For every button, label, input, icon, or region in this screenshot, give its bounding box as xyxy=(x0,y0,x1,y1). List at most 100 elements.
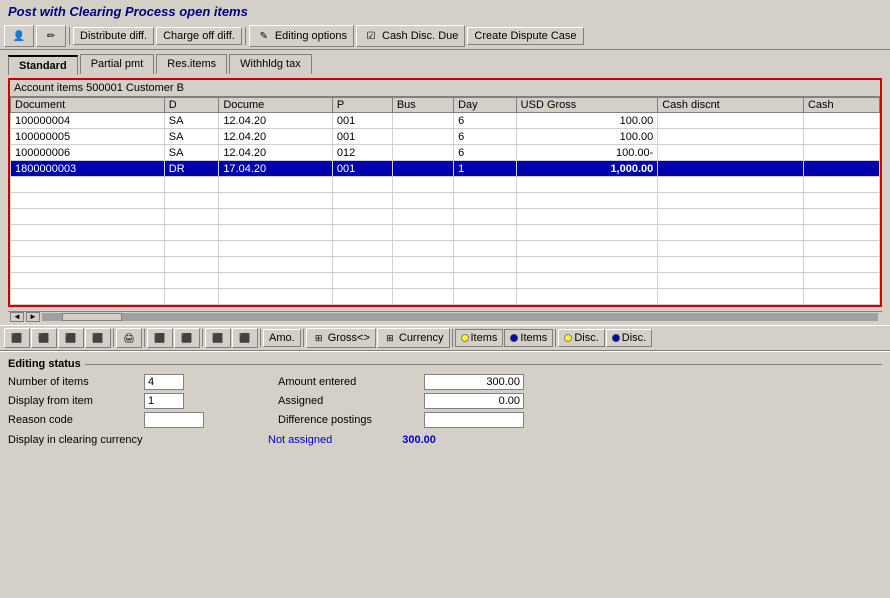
items1-button[interactable]: Items xyxy=(455,329,504,347)
amo-button[interactable]: Amo. xyxy=(263,329,301,347)
amount-entered-label: Amount entered xyxy=(278,376,418,388)
icon-btn-7[interactable]: ⬛ xyxy=(174,328,200,348)
display-in-clearing-label: Display in clearing currency xyxy=(8,434,178,446)
separator2 xyxy=(245,27,246,45)
clearing-amount: 300.00 xyxy=(402,434,436,446)
assigned-label: Assigned xyxy=(278,395,418,407)
disc2-button[interactable]: Disc. xyxy=(606,329,652,347)
col-header-p: P xyxy=(332,98,392,113)
table-row-empty xyxy=(11,273,880,289)
editing-status-title: Editing status xyxy=(8,358,882,370)
scroll-right-button[interactable]: ► xyxy=(26,312,40,322)
icon-btn-1[interactable]: ⬛ xyxy=(4,328,30,348)
page-title: Post with Clearing Process open items xyxy=(8,4,248,19)
print-icon: 🖨 xyxy=(122,331,136,345)
charge-off-diff-label: Charge off diff. xyxy=(163,30,235,42)
tabs-row: Standard Partial pmt Res.items Withhldg … xyxy=(0,50,890,74)
cash-disc-due-label: Cash Disc. Due xyxy=(382,30,458,42)
table-row-empty xyxy=(11,225,880,241)
scroll-thumb[interactable] xyxy=(62,313,122,321)
distribute-diff-button[interactable]: Distribute diff. xyxy=(73,27,154,45)
tab-partial-pmt[interactable]: Partial pmt xyxy=(80,54,155,74)
disc2-label: Disc. xyxy=(622,332,646,344)
assigned-input[interactable] xyxy=(424,393,524,409)
sep4 xyxy=(144,329,145,347)
col-header-usd-gross: USD Gross xyxy=(516,98,658,113)
cash-disc-due-button[interactable]: ☑ Cash Disc. Due xyxy=(356,25,465,47)
tab-standard[interactable]: Standard xyxy=(8,55,78,75)
btn-icon-6: ⬛ xyxy=(153,331,167,345)
print-button[interactable]: 🖨 xyxy=(116,328,142,348)
btn-icon-9: ⬛ xyxy=(238,331,252,345)
disc2-dot xyxy=(612,334,620,342)
items2-dot xyxy=(510,334,518,342)
btn-icon-1: ⬛ xyxy=(10,331,24,345)
scroll-left-area[interactable]: ◄ ► xyxy=(10,312,40,322)
not-assigned-link[interactable]: Not assigned xyxy=(268,434,332,446)
reason-code-input[interactable] xyxy=(144,412,204,428)
icon-btn-8[interactable]: ⬛ xyxy=(205,328,231,348)
icon-btn-6[interactable]: ⬛ xyxy=(147,328,173,348)
col-header-d: D xyxy=(164,98,219,113)
gross-button[interactable]: ⊞ Gross<> xyxy=(306,328,376,348)
main-content: Account items 500001 Customer B Document… xyxy=(0,74,890,325)
table-row[interactable]: 100000004SA12.04.200016100.00 xyxy=(11,113,880,129)
disc1-label: Disc. xyxy=(574,332,598,344)
btn-icon-3: ⬛ xyxy=(64,331,78,345)
table-row-empty xyxy=(11,177,880,193)
sep9 xyxy=(555,329,556,347)
table-row[interactable]: 100000006SA12.04.200126100.00- xyxy=(11,145,880,161)
bottom-toolbar: ⬛ ⬛ ⬛ ⬛ 🖨 ⬛ ⬛ ⬛ ⬛ Amo. ⊞ Gross<> ⊞ Curre… xyxy=(0,325,890,351)
table-row[interactable]: 100000005SA12.04.200016100.00 xyxy=(11,129,880,145)
items1-dot xyxy=(461,334,469,342)
distribute-diff-label: Distribute diff. xyxy=(80,30,147,42)
scroll-left-button[interactable]: ◄ xyxy=(10,312,24,322)
charge-off-diff-button[interactable]: Charge off diff. xyxy=(156,27,242,45)
scroll-track[interactable] xyxy=(42,313,878,321)
editing-status-section: Editing status Number of items Display f… xyxy=(0,351,890,452)
user-icon: 👤 xyxy=(11,28,27,44)
items2-label: Items xyxy=(520,332,547,344)
btn-icon-7: ⬛ xyxy=(180,331,194,345)
amount-entered-input[interactable] xyxy=(424,374,524,390)
edit-icon: ✏ xyxy=(43,28,59,44)
account-section: Account items 500001 Customer B Document… xyxy=(8,78,882,307)
display-from-item-input[interactable] xyxy=(144,393,184,409)
gross-icon: ⊞ xyxy=(312,331,326,345)
create-dispute-case-button[interactable]: Create Dispute Case xyxy=(467,27,583,45)
amo-label: Amo. xyxy=(269,332,295,344)
items2-button[interactable]: Items xyxy=(504,329,553,347)
icon-btn-9[interactable]: ⬛ xyxy=(232,328,258,348)
table-row-empty xyxy=(11,209,880,225)
currency-button[interactable]: ⊞ Currency xyxy=(377,328,450,348)
difference-postings-label: Difference postings xyxy=(278,414,418,426)
icon-btn-2[interactable]: ⬛ xyxy=(31,328,57,348)
currency-label: Currency xyxy=(399,332,444,344)
separator xyxy=(69,27,70,45)
difference-postings-input[interactable] xyxy=(424,412,524,428)
tab-withhldg-tax[interactable]: Withhldg tax xyxy=(229,54,312,74)
sep3 xyxy=(113,329,114,347)
reason-code-label: Reason code xyxy=(8,414,138,426)
tab-res-items[interactable]: Res.items xyxy=(156,54,227,74)
editing-options-label: Editing options xyxy=(275,30,347,42)
number-of-items-input[interactable] xyxy=(144,374,184,390)
disc1-dot xyxy=(564,334,572,342)
editing-options-button[interactable]: ✎ Editing options xyxy=(249,25,354,47)
edit-icon-button[interactable]: ✏ xyxy=(36,25,66,47)
sep7 xyxy=(303,329,304,347)
table-row[interactable]: 1800000003DR17.04.2000111,000.00 xyxy=(11,161,880,177)
col-header-cash: Cash xyxy=(803,98,879,113)
btn-icon-2: ⬛ xyxy=(37,331,51,345)
table-row-empty xyxy=(11,257,880,273)
table-row-empty xyxy=(11,241,880,257)
horizontal-scrollbar[interactable]: ◄ ► xyxy=(8,311,882,321)
currency-icon: ⊞ xyxy=(383,331,397,345)
disc1-button[interactable]: Disc. xyxy=(558,329,604,347)
sep6 xyxy=(260,329,261,347)
data-table: Document D Docume P Bus Day USD Gross Ca… xyxy=(10,97,880,305)
icon-btn-3[interactable]: ⬛ xyxy=(58,328,84,348)
create-dispute-case-label: Create Dispute Case xyxy=(474,30,576,42)
icon-btn-4[interactable]: ⬛ xyxy=(85,328,111,348)
user-icon-button[interactable]: 👤 xyxy=(4,25,34,47)
